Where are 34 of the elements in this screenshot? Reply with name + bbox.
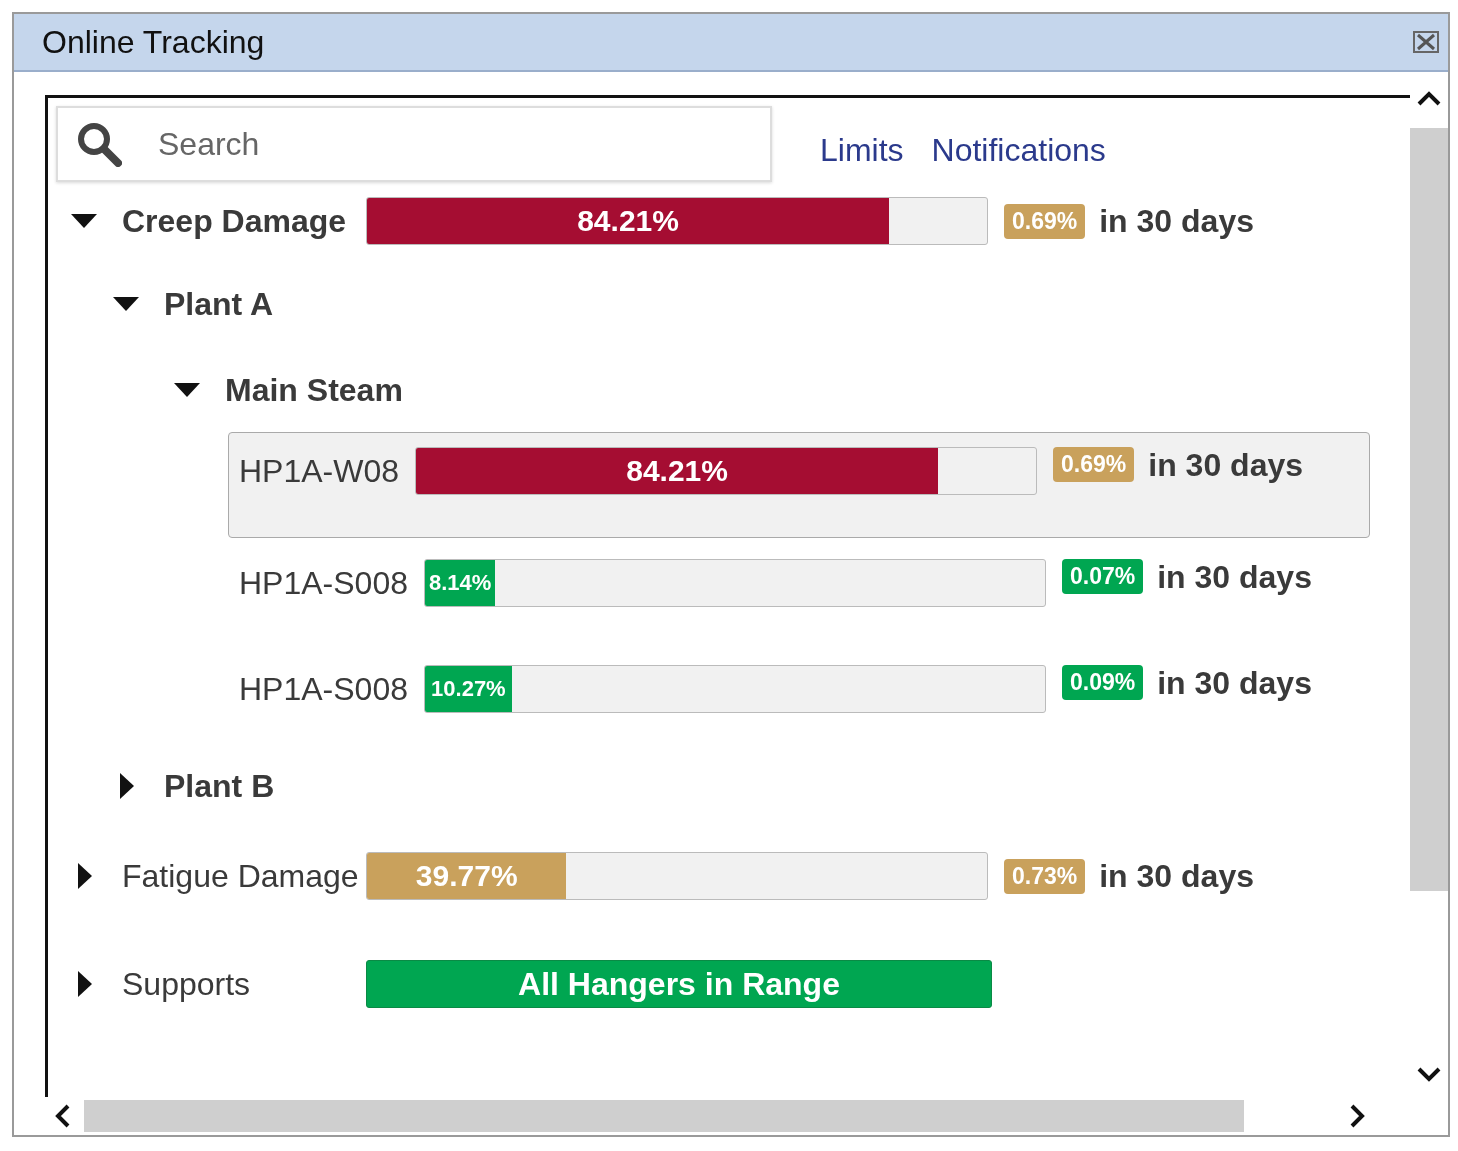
item-label: HP1A-S008 [239, 670, 408, 709]
category-label[interactable]: Creep Damage [122, 202, 366, 240]
change-badge: 0.69% [1053, 447, 1135, 482]
tree-row[interactable]: HP1A-S008 8.14% 0.07% in 30 days [228, 538, 1370, 644]
group-label[interactable]: Plant B [164, 767, 275, 805]
period-label: in 30 days [1148, 447, 1303, 484]
period-label: in 30 days [1157, 559, 1312, 596]
percent-label: 84.21% [576, 204, 680, 238]
group-label[interactable]: Main Steam [225, 371, 403, 409]
status-bar: All Hangers in Range [366, 960, 992, 1008]
item-label: HP1A-W08 [239, 452, 400, 491]
category-label[interactable]: Fatigue Damage [122, 857, 366, 895]
tree-row[interactable]: HP1A-S008 10.27% 0.09% in 30 days [228, 644, 1370, 750]
change-badge: 0.07% [1062, 559, 1144, 594]
item-label: HP1A-S008 [239, 564, 408, 603]
search-icon [76, 121, 122, 167]
group-label[interactable]: Plant A [164, 285, 274, 323]
selected-row[interactable]: HP1A-W08 84.21% 0.69% in 30 days [228, 432, 1370, 538]
period-label: in 30 days [1099, 202, 1254, 240]
percent-label: 8.14% [427, 570, 493, 596]
nav-link[interactable]: Limits [820, 131, 904, 169]
percent-label: 39.77% [414, 859, 519, 893]
window-title: Online Tracking [42, 23, 265, 61]
percent-label: 84.21% [625, 454, 729, 488]
period-label: in 30 days [1157, 665, 1312, 702]
search-field[interactable]: Search [56, 106, 772, 182]
change-badge: 0.73% [1004, 858, 1086, 894]
nav-link[interactable]: Notifications [931, 131, 1106, 169]
percent-label: 10.27% [430, 676, 507, 702]
close-icon[interactable] [1412, 30, 1440, 54]
category-label[interactable]: Supports [122, 965, 366, 1003]
period-label: in 30 days [1099, 857, 1254, 895]
change-badge: 0.09% [1062, 665, 1144, 700]
change-badge: 0.69% [1004, 203, 1086, 239]
